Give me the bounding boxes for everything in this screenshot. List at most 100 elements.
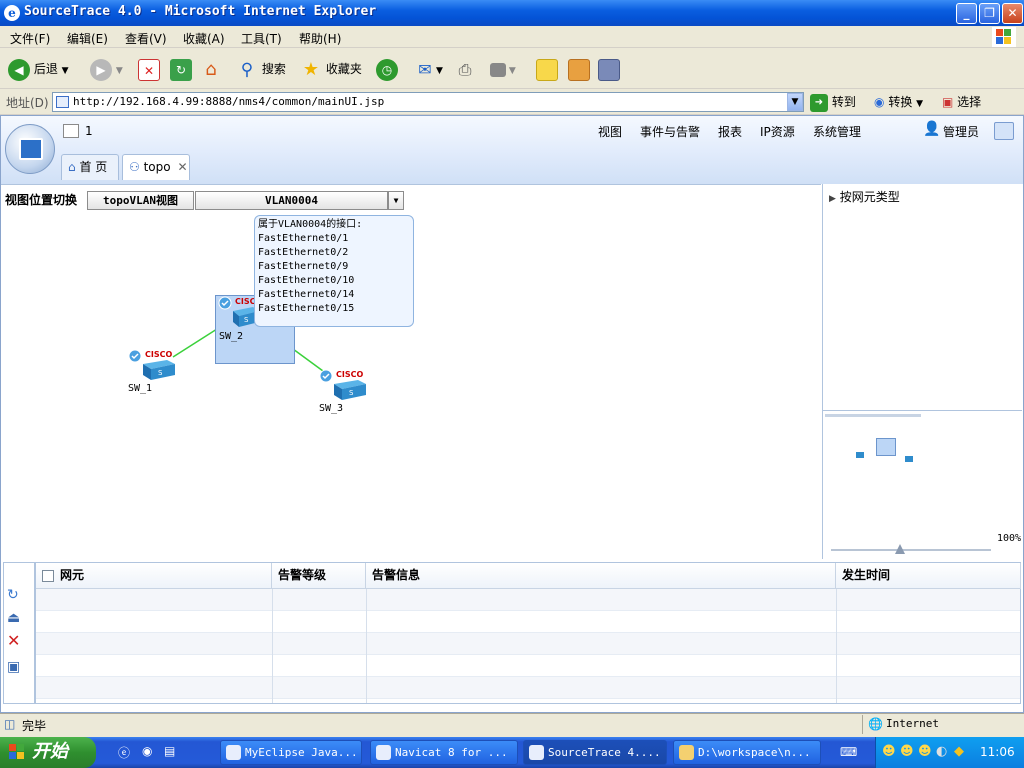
user-name[interactable]: 管理员	[943, 123, 979, 140]
qq-icon[interactable]: ☻	[918, 744, 932, 759]
qq-icon[interactable]: ☻	[882, 744, 896, 759]
refresh-icon[interactable]: ↻	[7, 587, 19, 603]
address-input[interactable]: http://192.168.4.99:8888/nms4/common/mai…	[52, 92, 804, 112]
separator	[823, 410, 1022, 411]
stop-button[interactable]: ✕	[138, 57, 160, 81]
menu-tools[interactable]: 工具(T)	[241, 30, 282, 47]
window-title: SourceTrace 4.0 - Microsoft Internet Exp…	[24, 4, 377, 19]
minimap-device	[856, 452, 864, 458]
tab-topo[interactable]: ⚇ topo ✕	[122, 154, 190, 180]
tab-close-icon[interactable]: ✕	[177, 160, 187, 174]
back-button[interactable]: ◀ 后退 ▼	[8, 57, 69, 81]
select-label: 选择	[957, 95, 982, 109]
note-icon	[536, 58, 558, 81]
quicklaunch-app-icon[interactable]: ◉	[142, 744, 152, 758]
tooltip-port: FastEthernet0/14	[258, 289, 355, 300]
menu-file[interactable]: 文件(F)	[10, 30, 50, 47]
convert-button[interactable]: ◉ 转换 ▼	[874, 93, 923, 110]
myeclipse-icon	[226, 745, 241, 760]
close-button[interactable]: ✕	[1002, 3, 1023, 24]
select-button[interactable]: ▣ 选择	[942, 93, 981, 110]
link-sw1-sw2	[172, 328, 218, 358]
device-sw3[interactable]: CISCO S	[318, 368, 366, 400]
address-label: 地址(D)	[6, 96, 49, 110]
windows-logo-icon	[9, 744, 24, 759]
menu-favorites[interactable]: 收藏(A)	[183, 30, 225, 47]
topology-canvas[interactable]: 视图位置切换 topoVLAN视图 VLAN0004 ▼ CISCO S SW_…	[1, 184, 821, 627]
address-dropdown-arrow[interactable]: ▼	[787, 93, 803, 111]
side-panel: ▶ 按网元类型 100%	[822, 184, 1022, 559]
search-label: 搜索	[261, 62, 286, 76]
select-all-checkbox[interactable]	[42, 569, 54, 582]
table-row[interactable]	[36, 611, 1020, 633]
search-icon: ⚲	[240, 59, 254, 80]
menu-edit[interactable]: 编辑(E)	[67, 30, 108, 47]
exit-icon[interactable]	[994, 122, 1014, 140]
research-button[interactable]	[568, 57, 590, 81]
messenger-icon[interactable]: ◆	[954, 744, 964, 759]
task-myeclipse[interactable]: MyEclipse Java...	[220, 740, 362, 765]
home-button[interactable]: ⌂	[200, 57, 222, 81]
maximize-button[interactable]: ❐	[979, 3, 1000, 24]
overview-minimap[interactable]	[823, 412, 1022, 532]
menu-help[interactable]: 帮助(H)	[299, 30, 341, 47]
quicklaunch-ie-icon[interactable]: ⓔ	[118, 744, 130, 761]
ie-icon: e	[4, 5, 20, 21]
table-row[interactable]	[36, 633, 1020, 655]
history-button[interactable]: ◷	[376, 57, 398, 81]
column-header-element[interactable]: 网元	[36, 563, 272, 589]
mail-button[interactable]: ✉ ▼	[414, 57, 443, 81]
refresh-icon: ↻	[170, 58, 192, 81]
speaker-icon[interactable]: ◐	[936, 744, 947, 759]
menu-view[interactable]: 查看(V)	[125, 30, 167, 47]
monitor-icon[interactable]: ▣	[7, 659, 20, 675]
media-button[interactable]	[598, 57, 620, 81]
nav-system-admin[interactable]: 系统管理	[813, 123, 861, 140]
nav-reports[interactable]: 报表	[718, 123, 742, 140]
qq-icon[interactable]: ☻	[900, 744, 914, 759]
device-sw1[interactable]: CISCO S	[127, 348, 175, 380]
nav-view[interactable]: 视图	[598, 123, 622, 140]
table-row[interactable]	[36, 677, 1020, 699]
alarm-actions: ↻ ⏏ ✕ ▣	[3, 562, 35, 704]
discuss-button[interactable]	[536, 57, 558, 81]
minimize-button[interactable]: _	[956, 3, 977, 24]
keyboard-icon[interactable]: ⌨	[840, 745, 857, 759]
nav-ip-resources[interactable]: IP资源	[760, 123, 795, 140]
mail-icon: ✉	[418, 59, 432, 79]
tree-root-item[interactable]: ▶ 按网元类型	[829, 188, 900, 205]
device-sw2[interactable]: CISCO S	[217, 295, 262, 327]
filter-icon[interactable]: ⏏	[7, 610, 20, 626]
edit-button[interactable]: ▼	[490, 57, 516, 81]
start-button[interactable]: 开始	[0, 737, 96, 768]
task-sourcetrace[interactable]: SourceTrace 4....	[523, 740, 667, 765]
tab-home[interactable]: ⌂ 首 页	[61, 154, 119, 180]
table-row[interactable]	[36, 655, 1020, 677]
nav-events-alarms[interactable]: 事件与告警	[640, 123, 700, 140]
search-button[interactable]: ⚲ 搜索	[236, 57, 286, 81]
go-label: 转到	[831, 95, 856, 109]
table-row[interactable]	[36, 589, 1020, 611]
system-tray: ☻ ☻ ☻ ◐ ◆ 11:06	[875, 737, 1024, 768]
app-logo	[5, 124, 55, 174]
column-header-alarm-level[interactable]: 告警等级	[272, 563, 366, 589]
clock[interactable]: 11:06	[980, 745, 1015, 759]
favorites-button[interactable]: ★ 收藏夹	[300, 57, 362, 81]
forward-button[interactable]: ▶ ▼	[90, 57, 123, 81]
zoom-slider-thumb[interactable]	[895, 544, 905, 554]
delete-icon[interactable]: ✕	[7, 631, 20, 650]
column-header-occurred-time[interactable]: 发生时间	[836, 563, 1021, 589]
print-button[interactable]: ⎙	[454, 57, 476, 81]
window-title-bar[interactable]: e SourceTrace 4.0 - Microsoft Internet E…	[0, 0, 1024, 26]
task-workspace-folder[interactable]: D:\workspace\n...	[673, 740, 821, 765]
task-navicat[interactable]: Navicat 8 for ...	[370, 740, 518, 765]
column-header-alarm-info[interactable]: 告警信息	[366, 563, 836, 589]
app-frame: 1 视图 事件与告警 报表 IP资源 系统管理 👤 管理员 ⌂ 首 页 ⚇ to…	[0, 115, 1024, 713]
tree-expand-icon: ▶	[829, 194, 836, 204]
go-arrow-icon: ➜	[810, 93, 828, 112]
go-button[interactable]: ➜ 转到	[810, 93, 856, 112]
svg-text:CISCO: CISCO	[336, 370, 363, 379]
refresh-button[interactable]: ↻	[170, 57, 192, 81]
quicklaunch-desktop-icon[interactable]: ▤	[164, 744, 175, 758]
zoom-slider-track[interactable]	[831, 549, 991, 551]
